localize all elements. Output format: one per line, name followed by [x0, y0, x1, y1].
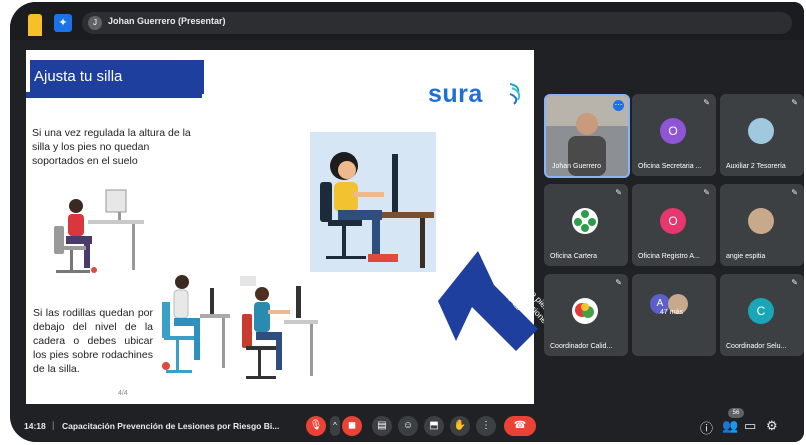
participant-avatar	[572, 208, 598, 234]
mic-muted-icon: ✎	[791, 188, 798, 197]
slide-paragraph-2: Si las rodillas quedan por debajo del ni…	[33, 307, 153, 375]
presenter-label: Johan Guerrero (Presentar)	[108, 16, 226, 26]
participant-avatar	[572, 298, 598, 324]
participant-tile[interactable]: ✎ O Oficina Secretaria ...	[632, 94, 716, 176]
participant-avatar: O	[660, 208, 686, 234]
people-icon[interactable]: 👥	[722, 418, 738, 434]
woman-at-desk-illustration	[310, 132, 436, 272]
mic-muted-icon: ✎	[615, 188, 622, 197]
more-participants-label: 47 más	[660, 309, 683, 316]
info-icon[interactable]: ⓘ	[700, 418, 713, 437]
chat-icon[interactable]: ▭	[744, 418, 756, 434]
mic-muted-icon: ✎	[703, 98, 710, 107]
slide-paragraph-1: Si una vez regulada la altura de la sill…	[32, 127, 191, 167]
activities-icon[interactable]: ⚙	[766, 418, 778, 434]
sura-wave-icon	[509, 83, 521, 105]
present-screen-button[interactable]: ⬒	[424, 416, 444, 436]
participant-avatar	[748, 208, 774, 234]
participant-avatar: C	[748, 298, 774, 324]
separator: |	[52, 420, 55, 430]
participant-tile[interactable]: ✎ Auxiliar 2 Tesorería	[720, 94, 804, 176]
participant-avatar	[748, 118, 774, 144]
raise-hand-button[interactable]: ✋	[450, 416, 470, 436]
participant-name: Coordinador Selu...	[726, 343, 787, 350]
mic-muted-icon: ✎	[703, 188, 710, 197]
top-bar: ✦ J Johan Guerrero (Presentar)	[10, 2, 804, 40]
captions-button[interactable]: ▤	[372, 416, 392, 436]
present-app-icon[interactable]: ✦	[54, 14, 72, 32]
emoji-button[interactable]: ☺	[398, 416, 418, 436]
slide-title-underline	[26, 92, 202, 98]
participant-count-badge: 56	[728, 408, 744, 418]
participant-tile[interactable]: ✎ C Coordinador Selu...	[720, 274, 804, 356]
camera-off-button[interactable]: ◼	[342, 416, 362, 436]
small-woman-desk-illustration	[54, 189, 144, 273]
presenter-avatar-icon: J	[88, 16, 102, 30]
mic-muted-icon: ✎	[615, 278, 622, 287]
mic-muted-icon: ✎	[791, 98, 798, 107]
man-at-computer-illustration	[240, 276, 318, 379]
end-call-button[interactable]: ☎	[504, 416, 536, 436]
meeting-title: Capacitación Prevención de Lesiones por …	[62, 421, 280, 431]
chevron-up-icon[interactable]: ^	[330, 416, 340, 436]
mic-muted-icon: ✎	[791, 278, 798, 287]
participant-avatar: O	[660, 118, 686, 144]
green-flower-avatar-icon	[573, 209, 597, 233]
meeting-time: 14:18	[24, 421, 46, 431]
colorful-avatar-icon	[573, 299, 597, 323]
slide-title: Ajusta tu silla	[30, 60, 204, 94]
participant-tile[interactable]: ✎ angie espitia	[720, 184, 804, 266]
participant-name: Oficina Cartera	[550, 253, 598, 260]
presentation-slide: Ajusta tu silla sura Si una vez regulada…	[26, 50, 556, 404]
participant-name: Oficina Secretaria ...	[638, 163, 702, 170]
slide-counter: 4/4	[118, 390, 128, 397]
participant-tile-speaker[interactable]: ⋯ Johan Guerrero	[544, 94, 630, 178]
sura-logo: sura	[428, 80, 483, 108]
more-options-icon[interactable]: ⋯	[613, 100, 624, 111]
sitting-posture-illustration	[162, 275, 230, 373]
participant-tile-more[interactable]: A 47 más	[632, 274, 716, 356]
microphone-muted-button[interactable]: 🎙	[306, 416, 326, 436]
participant-name: Johan Guerrero	[552, 163, 602, 170]
participant-name: Auxiliar 2 Tesorería	[726, 163, 786, 170]
participant-tile[interactable]: ✎ O Oficina Registro A...	[632, 184, 716, 266]
more-options-button[interactable]: ⋮	[476, 416, 496, 436]
participant-name: Coordinador Calid...	[550, 343, 613, 350]
bottom-control-bar: 14:18 | Capacitación Prevención de Lesio…	[10, 408, 804, 442]
yellow-tab-marker	[28, 14, 42, 36]
participant-name: angie espitia	[726, 253, 766, 260]
presentation-indicator[interactable]: J Johan Guerrero (Presentar)	[82, 12, 792, 34]
participant-tile[interactable]: ✎ Coordinador Calid...	[544, 274, 628, 356]
participant-name: Oficina Registro A...	[638, 253, 700, 260]
meet-window: ✦ J Johan Guerrero (Presentar) Ajusta tu…	[10, 2, 804, 442]
participant-tile[interactable]: ✎ Oficina Cartera	[544, 184, 628, 266]
